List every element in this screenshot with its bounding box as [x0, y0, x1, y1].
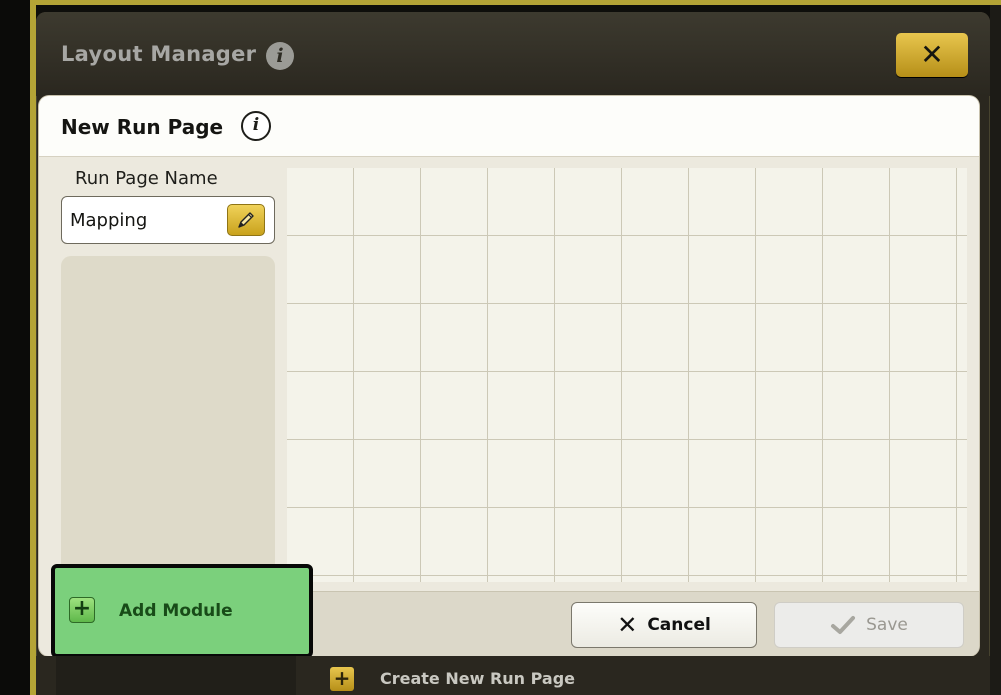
- layout-manager-title: Layout Manager: [61, 42, 257, 66]
- close-button[interactable]: ✕: [896, 33, 968, 77]
- lower-left-panel: [56, 656, 296, 695]
- create-new-run-page-button[interactable]: Create New Run Page: [380, 669, 575, 688]
- run-page-name-label: Run Page Name: [75, 168, 218, 189]
- info-icon[interactable]: i: [266, 42, 294, 70]
- left-bezel: [0, 0, 30, 695]
- right-bezel: [990, 5, 1001, 695]
- cancel-label: Cancel: [647, 615, 711, 635]
- plus-icon[interactable]: +: [330, 667, 354, 691]
- dialog-footer: ✕ Cancel Save: [287, 591, 979, 656]
- screen: Layout Manager i ✕ New Run Page i Run Pa…: [0, 0, 1001, 695]
- run-page-name-value: Mapping: [70, 210, 148, 231]
- checkmark-icon: [831, 616, 856, 634]
- top-accent-bar: [30, 0, 1001, 5]
- layout-grid[interactable]: [287, 168, 967, 582]
- layout-manager-titlebar: Layout Manager i ✕: [36, 12, 990, 96]
- x-icon: ✕: [617, 611, 638, 639]
- dialog-title: New Run Page: [61, 115, 224, 139]
- save-label: Save: [866, 615, 908, 635]
- run-page-name-field[interactable]: Mapping: [61, 196, 275, 244]
- pencil-icon: [238, 212, 254, 228]
- info-icon[interactable]: i: [241, 111, 271, 141]
- plus-icon: +: [69, 597, 95, 623]
- edit-name-button[interactable]: [227, 204, 265, 236]
- add-module-button[interactable]: + Add Module: [51, 564, 313, 658]
- close-icon: ✕: [920, 38, 944, 71]
- save-button[interactable]: Save: [774, 602, 964, 648]
- add-module-label: Add Module: [119, 601, 233, 621]
- cancel-button[interactable]: ✕ Cancel: [571, 602, 757, 648]
- dialog-header: New Run Page i: [39, 96, 979, 157]
